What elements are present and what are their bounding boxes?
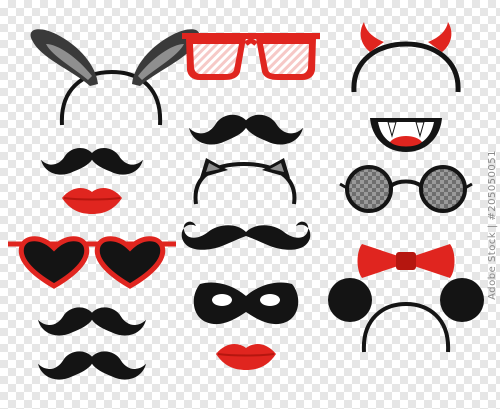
devil-horns-headband-icon <box>351 22 461 93</box>
bunny-ears-headband-icon <box>30 29 200 126</box>
masquerade-mask-icon <box>193 282 299 325</box>
cat-ears-headband-icon <box>193 158 297 205</box>
stock-watermark: Adobe Stock | #205050051 <box>487 150 498 300</box>
curly-mustache-icon <box>181 221 311 250</box>
mustache-icon <box>189 114 303 145</box>
round-sunglasses-icon <box>339 165 473 213</box>
red-lips-icon <box>216 344 276 370</box>
red-lips-icon <box>62 188 122 214</box>
vampire-fangs-mouth-icon <box>370 118 442 152</box>
mustache-icon <box>37 307 146 336</box>
mustache-icon <box>41 147 143 175</box>
mustache-icon <box>37 351 146 380</box>
mouse-ears-headband-icon <box>328 278 484 353</box>
heart-sunglasses-icon <box>8 236 176 289</box>
red-striped-sunglasses-icon <box>182 33 320 80</box>
photo-booth-props-scene <box>8 22 484 380</box>
red-bow-tie-icon <box>357 244 455 278</box>
